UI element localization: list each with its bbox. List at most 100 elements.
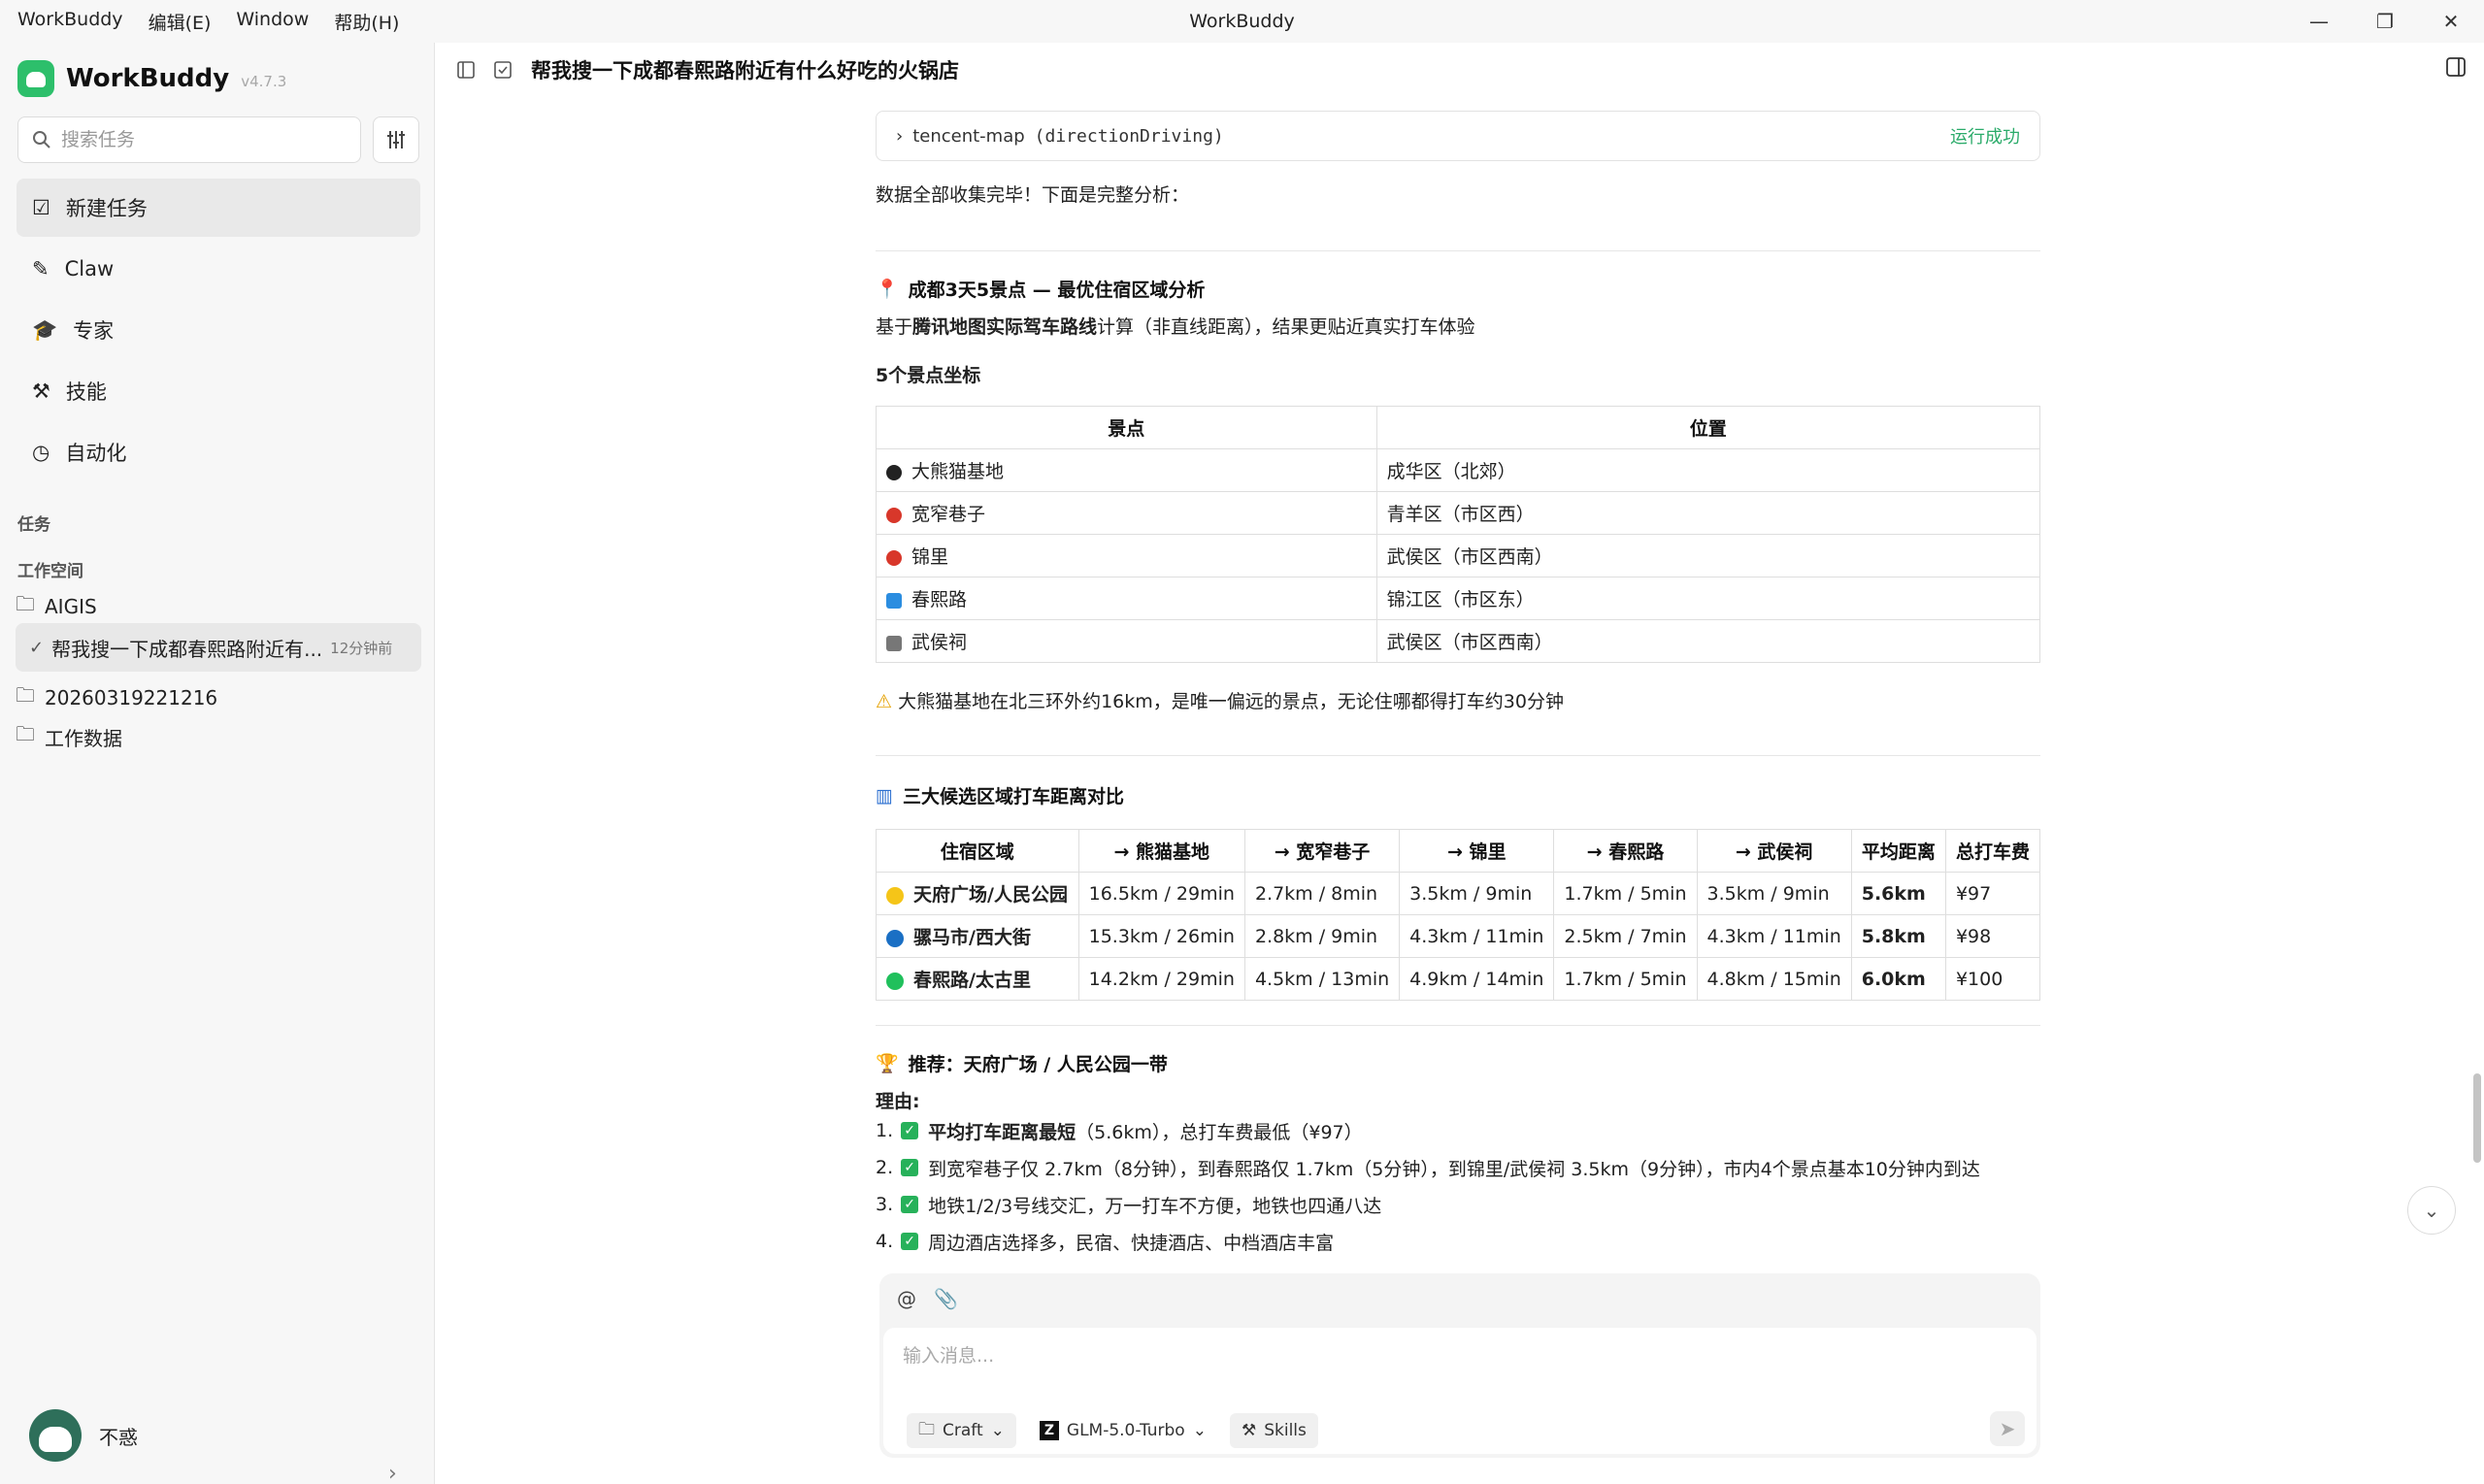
desc-text: 基于 [876, 316, 913, 338]
send-button[interactable]: ➤ [1990, 1411, 2025, 1446]
task-time: 12分钟前 [330, 639, 393, 657]
reasons-list: 1. ✓ 平均打车距离最短 （5.6km），总打车费最低（¥97） 2. ✓ 到宽窄巷子仅… [876, 1112, 1980, 1260]
menu-help[interactable]: 帮助(H) [334, 9, 399, 35]
model-select[interactable]: Z GLM-5.0-Turbo ⌄ [1028, 1413, 1218, 1448]
distance-cell: 3.5km / 9min [1399, 872, 1555, 915]
maximize-button[interactable]: ❐ [2352, 0, 2418, 43]
area-cell: 骡马市/西大街 [876, 914, 1079, 958]
list-number: 2. [876, 1157, 894, 1178]
sidebar-item-claw[interactable]: ✎ Claw [17, 240, 420, 298]
reason-text: 周边酒店选择多，民宿、快捷酒店、中档酒店丰富 [928, 1232, 1335, 1254]
table-header: 平均距离 [1850, 829, 1946, 873]
scrollbar-thumb[interactable] [2473, 1073, 2481, 1163]
brand: WorkBuddy v4.7.3 [17, 54, 286, 103]
toggle-panel-button[interactable] [2445, 56, 2467, 82]
divider [876, 250, 2040, 251]
menu-edit[interactable]: 编辑(E) [149, 9, 212, 35]
filter-button[interactable] [373, 116, 419, 163]
task-item-active[interactable]: ✓ 帮我搜一下成都春熙路附近有... 12分钟前 [16, 623, 421, 672]
skills-button[interactable]: ⚒ Skills [1229, 1413, 1318, 1448]
distance-cell: 4.3km / 11min [1696, 914, 1852, 958]
new-task-header-button[interactable] [484, 51, 521, 88]
distance-cell: 2.7km / 8min [1243, 872, 1401, 915]
workspace-item[interactable]: 🗀 AIGIS [16, 590, 97, 623]
spot-cell: 春熙路 [876, 577, 1377, 620]
table-header: 总打车费 [1944, 829, 2041, 873]
table-row: 春熙路 锦江区（市区东） [876, 577, 2041, 620]
check-box-icon: ✓ [901, 1159, 919, 1176]
app-version: v4.7.3 [241, 73, 287, 90]
table-header: 景点 [876, 406, 1377, 449]
tool-call-card[interactable]: › tencent-map (directionDriving) 运行成功 [876, 111, 2040, 161]
sidebar-item-skills[interactable]: ⚒ 技能 [17, 362, 420, 420]
warning-icon: ⚠ [876, 691, 893, 712]
menu-bar: WorkBuddy 编辑(E) Window 帮助(H) [0, 9, 399, 35]
mode-select[interactable]: 🗀 Craft ⌄ [907, 1413, 1016, 1448]
distance-cell: 16.5km / 29min [1077, 872, 1245, 915]
fee-cell: ¥100 [1944, 957, 2041, 1001]
list-item: 2. ✓ 到宽窄巷子仅 2.7km（8分钟），到春熙路仅 1.7km（5分钟），到锦… [876, 1149, 1980, 1186]
model-logo-icon: Z [1039, 1421, 1059, 1440]
bar-chart-icon: ▥ [876, 784, 893, 807]
sidebar-item-label: 自动化 [65, 442, 127, 465]
attachment-icon[interactable]: 📎 [934, 1287, 958, 1310]
chevron-right-icon[interactable]: › [388, 1462, 397, 1484]
list-number: 3. [876, 1194, 894, 1215]
scroll-to-bottom-button[interactable]: ⌄ [2407, 1186, 2456, 1235]
user-profile[interactable]: 不惑 [29, 1409, 138, 1462]
chevron-right-icon: › [896, 125, 904, 147]
reason-text: 到宽窄巷子仅 2.7km（8分钟），到春熙路仅 1.7km（5分钟），到锦里/武… [928, 1158, 1980, 1180]
mention-icon[interactable]: @ [897, 1287, 916, 1310]
workspace-label: 工作空间 [17, 562, 83, 581]
warning-text: ⚠ 大熊猫基地在北三环外约16km，是唯一偏远的景点，无论住哪都得打车约30分钟 [876, 687, 1564, 713]
sidebar-item-label: 技能 [65, 380, 107, 404]
composer-toolbar: 🗀 Craft ⌄ Z GLM-5.0-Turbo ⌄ ⚒ Skills [907, 1413, 1318, 1448]
table-header: → 武侯祠 [1696, 829, 1852, 873]
reason-text: （5.6km），总打车费最低（¥97） [1076, 1121, 1363, 1143]
section-description: 基于腾讯地图实际驾车路线计算（非直线距离），结果更贴近真实打车体验 [876, 313, 1475, 339]
sidebar-item-automation[interactable]: ◷ 自动化 [17, 423, 420, 481]
new-task-icon [494, 61, 512, 79]
workspace-name: AIGIS [45, 595, 97, 618]
table-row: 大熊猫基地 成华区（北郊） [876, 448, 2041, 492]
workspace-item[interactable]: 🗀 工作数据 [16, 720, 122, 753]
close-button[interactable]: ✕ [2418, 0, 2484, 43]
menu-app[interactable]: WorkBuddy [17, 9, 123, 35]
page-title: 帮我搜一下成都春熙路附近有什么好吃的火锅店 [531, 59, 959, 82]
spot-cell: 宽窄巷子 [876, 491, 1377, 535]
search-input[interactable] [61, 129, 343, 150]
sidebar-item-label: 专家 [73, 319, 115, 343]
section-title: 📍 成都3天5景点 — 最优住宿区域分析 [876, 276, 1205, 302]
sliders-icon [387, 131, 405, 148]
search-icon [33, 131, 50, 148]
folder-icon: 🗀 [918, 1419, 935, 1439]
minimize-button[interactable]: — [2286, 0, 2352, 43]
app-logo-icon [17, 60, 54, 97]
distance-cell: 4.8km / 15min [1696, 957, 1852, 1001]
list-item: 4. ✓ 周边酒店选择多，民宿、快捷酒店、中档酒店丰富 [876, 1223, 1980, 1260]
divider [876, 755, 2040, 756]
distance-cell: 15.3km / 26min [1077, 914, 1245, 958]
message-input[interactable] [903, 1341, 2009, 1380]
table-header: → 宽窄巷子 [1243, 829, 1401, 873]
collapse-sidebar-button[interactable] [447, 51, 484, 88]
sidebar-item-new-task[interactable]: ☑ 新建任务 [17, 179, 420, 237]
list-item: 1. ✓ 平均打车距离最短 （5.6km），总打车费最低（¥97） [876, 1112, 1980, 1149]
menu-window[interactable]: Window [236, 9, 309, 35]
folder-icon: 🗀 [16, 592, 35, 615]
location-cell: 武侯区（市区西南） [1375, 534, 2041, 577]
coords-title: 5个景点坐标 [876, 365, 981, 386]
clock-icon: ◷ [32, 441, 50, 464]
spots-table: 景点 位置 大熊猫基地 成华区（北郊） 宽窄巷子 青羊区（市区西） 锦里 武侯区… [876, 406, 2041, 663]
skills-icon: ⚒ [1241, 1421, 1257, 1440]
sidebar-item-label: 新建任务 [65, 197, 148, 220]
workspace-item[interactable]: 🗀 20260319221216 [16, 681, 217, 714]
check-box-icon: ✓ [901, 1122, 919, 1139]
scrollbar[interactable] [2471, 97, 2481, 1242]
model-label: GLM-5.0-Turbo [1066, 1421, 1185, 1440]
area-name: 春熙路/太古里 [913, 970, 1031, 991]
sidebar-item-expert[interactable]: 🎓 专家 [17, 301, 420, 359]
avg-cell: 5.8km [1850, 914, 1946, 958]
folder-icon: 🗀 [16, 683, 35, 707]
chevron-down-icon: ⌄ [990, 1421, 1005, 1440]
